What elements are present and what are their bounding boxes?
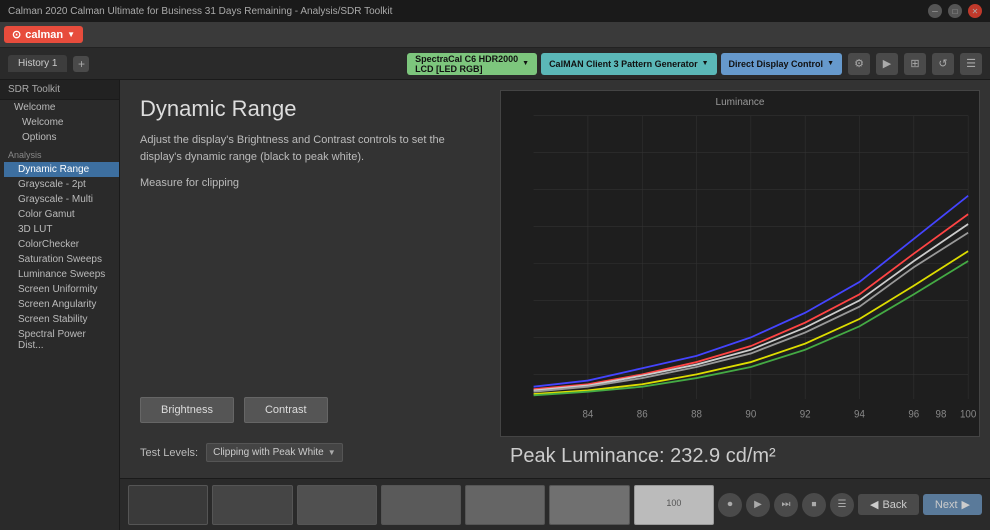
filmstrip: 100 ⏺ ▶ ⏭ ⏹ ☰ ◀ Back Next ▶	[120, 478, 990, 530]
device-arrow-2: ▼	[827, 60, 834, 67]
sidebar-item-grayscale-2pt[interactable]: Grayscale - 2pt	[4, 177, 119, 192]
svg-text:88: 88	[691, 409, 702, 421]
device-pill-2[interactable]: Direct Display Control ▼	[721, 53, 842, 75]
device-arrow-1: ▼	[702, 60, 709, 67]
left-bottom: Brightness Contrast Test Levels: Clippin…	[140, 397, 480, 462]
sidebar-title: SDR Toolkit	[0, 80, 119, 100]
action-buttons: Brightness Contrast	[140, 397, 480, 423]
device-label-2: Direct Display Control	[729, 59, 824, 69]
sidebar-item-saturation-sweeps[interactable]: Saturation Sweeps	[4, 252, 119, 267]
content-area: Dynamic Range Adjust the display's Brigh…	[120, 80, 990, 530]
sidebar-item-color-gamut[interactable]: Color Gamut	[4, 207, 119, 222]
sidebar-item-colorchecker[interactable]: ColorChecker	[4, 237, 119, 252]
right-panel: Luminance	[500, 80, 990, 478]
svg-text:84: 84	[582, 409, 593, 421]
film-cell-0	[128, 485, 208, 525]
chart-title: Luminance	[501, 97, 979, 108]
device-label-1: CalMAN Client 3 Pattern Generator	[549, 59, 698, 69]
sidebar-item-spectral-power[interactable]: Spectral Power Dist...	[4, 327, 119, 353]
title-text: Calman 2020 Calman Ultimate for Business…	[8, 6, 392, 17]
back-button[interactable]: ◀ Back	[858, 494, 919, 515]
sidebar: SDR Toolkit Welcome Welcome Options Anal…	[0, 80, 120, 530]
contrast-button[interactable]: Contrast	[244, 397, 328, 423]
toolbar: History 1 + SpectraCal C6 HDR2000LCD [LE…	[0, 48, 990, 80]
film-cell-5	[549, 485, 629, 525]
device-pills: SpectraCal C6 HDR2000LCD [LED RGB] ▼ Cal…	[407, 53, 842, 75]
nav-buttons: ⏺ ▶ ⏭ ⏹ ☰ ◀ Back Next ▶	[718, 493, 982, 517]
sidebar-item-grayscale-multi[interactable]: Grayscale - Multi	[4, 192, 119, 207]
nav-stop-btn[interactable]: ⏹	[802, 493, 826, 517]
peak-luminance: Peak Luminance: 232.9 cd/m²	[500, 445, 980, 468]
grid-icon-btn[interactable]: ⊞	[904, 53, 926, 75]
next-label: Next	[935, 499, 958, 511]
film-cell-3	[381, 485, 461, 525]
film-cell-2	[297, 485, 377, 525]
sidebar-item-dynamic-range[interactable]: Dynamic Range	[4, 162, 119, 177]
svg-text:98: 98	[936, 409, 947, 421]
close-button[interactable]: ✕	[968, 4, 982, 18]
measure-clipping-text: Measure for clipping	[140, 177, 480, 189]
device-arrow-0: ▼	[522, 60, 529, 67]
sidebar-item-screen-angularity[interactable]: Screen Angularity	[4, 297, 119, 312]
content-main: Dynamic Range Adjust the display's Brigh…	[120, 80, 990, 478]
sidebar-scroll: Welcome Welcome Options Analysis Dynamic…	[0, 100, 119, 530]
back-icon: ◀	[870, 498, 878, 511]
test-levels-label: Test Levels:	[140, 447, 198, 459]
history-tab[interactable]: History 1	[8, 55, 67, 72]
sidebar-item-welcome[interactable]: Welcome	[8, 115, 119, 130]
test-levels-row: Test Levels: Clipping with Peak White ▼	[140, 443, 480, 462]
chart-container: Luminance	[500, 90, 980, 437]
sidebar-group-analysis: Analysis	[0, 145, 119, 162]
logo-arrow: ▼	[67, 30, 75, 39]
settings-icon-btn[interactable]: ⚙	[848, 53, 870, 75]
main-area: SDR Toolkit Welcome Welcome Options Anal…	[0, 80, 990, 530]
page-title: Dynamic Range	[140, 96, 480, 122]
svg-text:100: 100	[960, 409, 976, 421]
add-history-button[interactable]: +	[73, 56, 89, 72]
brightness-button[interactable]: Brightness	[140, 397, 234, 423]
sidebar-item-3dlut[interactable]: 3D LUT	[4, 222, 119, 237]
calman-logo[interactable]: ⊙ calman ▼	[4, 26, 83, 43]
svg-text:94: 94	[854, 409, 865, 421]
sidebar-item-screen-stability[interactable]: Screen Stability	[4, 312, 119, 327]
next-icon: ▶	[962, 498, 970, 511]
nav-play-btn[interactable]: ▶	[746, 493, 770, 517]
history-tab-label: History 1	[18, 58, 57, 69]
film-cell-1	[212, 485, 292, 525]
menu-icon-btn[interactable]: ☰	[960, 53, 982, 75]
nav-record-btn[interactable]: ⏺	[718, 493, 742, 517]
window-controls: ─ □ ✕	[928, 4, 982, 18]
svg-text:86: 86	[637, 409, 648, 421]
page-description: Adjust the display's Brightness and Cont…	[140, 132, 480, 165]
svg-text:90: 90	[745, 409, 756, 421]
minimize-button[interactable]: ─	[928, 4, 942, 18]
device-label-0: SpectraCal C6 HDR2000LCD [LED RGB]	[415, 54, 518, 74]
next-button[interactable]: Next ▶	[923, 494, 982, 515]
svg-text:92: 92	[800, 409, 811, 421]
menu-bar: ⊙ calman ▼	[0, 22, 990, 48]
sidebar-item-options[interactable]: Options	[8, 130, 119, 145]
svg-text:96: 96	[908, 409, 919, 421]
film-cell-4	[465, 485, 545, 525]
logo-icon: ⊙	[12, 28, 21, 41]
luminance-chart: 84 86 88 90 92 94 96 98 100	[501, 91, 979, 436]
nav-more-btn[interactable]: ☰	[830, 493, 854, 517]
device-pill-0[interactable]: SpectraCal C6 HDR2000LCD [LED RGB] ▼	[407, 53, 537, 75]
maximize-button[interactable]: □	[948, 4, 962, 18]
dropdown-arrow-icon: ▼	[328, 448, 336, 457]
test-levels-value: Clipping with Peak White	[213, 447, 324, 458]
left-panel: Dynamic Range Adjust the display's Brigh…	[120, 80, 500, 478]
test-levels-dropdown[interactable]: Clipping with Peak White ▼	[206, 443, 343, 462]
film-cell-6: 100	[634, 485, 714, 525]
logo-text: calman	[25, 29, 63, 41]
title-bar: Calman 2020 Calman Ultimate for Business…	[0, 0, 990, 22]
device-pill-1[interactable]: CalMAN Client 3 Pattern Generator ▼	[541, 53, 716, 75]
sidebar-item-welcome-top[interactable]: Welcome	[0, 100, 119, 115]
nav-skip-btn[interactable]: ⏭	[774, 493, 798, 517]
sidebar-item-luminance-sweeps[interactable]: Luminance Sweeps	[4, 267, 119, 282]
sidebar-item-screen-uniformity[interactable]: Screen Uniformity	[4, 282, 119, 297]
back-label: Back	[882, 499, 906, 511]
play-icon-btn[interactable]: ▶	[876, 53, 898, 75]
refresh-icon-btn[interactable]: ↺	[932, 53, 954, 75]
